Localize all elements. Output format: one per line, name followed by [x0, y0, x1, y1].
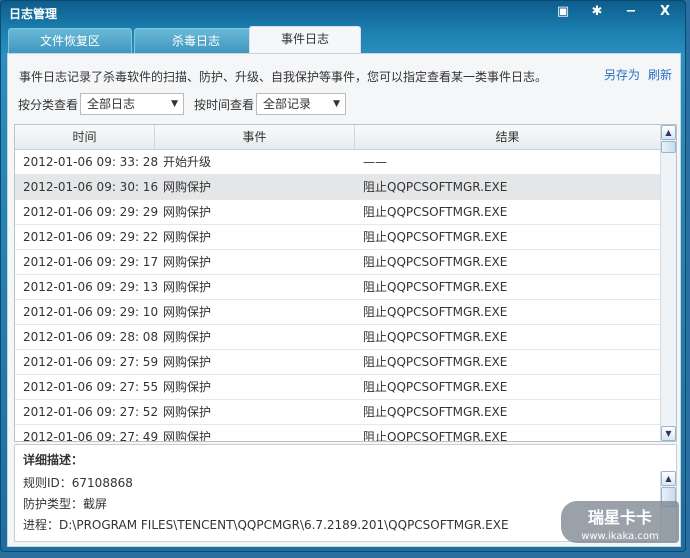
- scroll-thumb[interactable]: [661, 141, 676, 153]
- detail-type: 防护类型：截屏: [23, 497, 108, 511]
- menu-icon[interactable]: ▣: [555, 4, 571, 19]
- table-row[interactable]: 2012-01-06 09: 29: 22 网购保护 阻止QQPCSOFTMGR.E…: [15, 225, 676, 250]
- refresh-link[interactable]: 刷新: [648, 66, 672, 83]
- cell-event: 网购保护: [163, 405, 212, 419]
- cell-event: 网购保护: [163, 280, 212, 294]
- table-row[interactable]: 2012-01-06 09: 30: 16 网购保护 阻止QQPCSOFTMGR.E…: [15, 175, 676, 200]
- cell-time: 2012-01-06 09: 33: 28: [23, 155, 159, 169]
- table-row[interactable]: 2012-01-06 09: 33: 28 开始升级 ——: [15, 150, 676, 175]
- time-select[interactable]: 全部记录 ▼: [256, 93, 347, 115]
- settings-icon[interactable]: ✱: [589, 4, 605, 19]
- cell-result: 阻止QQPCSOFTMGR.EXE: [363, 380, 508, 394]
- cell-event: 网购保护: [163, 380, 212, 394]
- table-row[interactable]: 2012-01-06 09: 27: 49 网购保护 阻止QQPCSOFTMGR.E…: [15, 425, 676, 442]
- cell-event: 网购保护: [163, 230, 212, 244]
- cell-result: 阻止QQPCSOFTMGR.EXE: [363, 330, 508, 344]
- cell-event: 开始升级: [163, 155, 212, 169]
- cell-time: 2012-01-06 09: 30: 16: [23, 180, 159, 194]
- scroll-down-icon[interactable]: ▼: [661, 426, 676, 441]
- cell-result: 阻止QQPCSOFTMGR.EXE: [363, 280, 508, 294]
- column-header-result[interactable]: 结果: [355, 125, 661, 149]
- cell-result: 阻止QQPCSOFTMGR.EXE: [363, 305, 508, 319]
- tab-file-recovery[interactable]: 文件恢复区: [8, 28, 132, 53]
- cell-time: 2012-01-06 09: 27: 55: [23, 380, 159, 394]
- description: 事件日志记录了杀毒软件的扫描、防护、升级、自我保护等事件，您可以指定查看某一类事…: [19, 70, 548, 84]
- cell-time: 2012-01-06 09: 29: 29: [23, 205, 159, 219]
- cell-time: 2012-01-06 09: 27: 49: [23, 430, 159, 442]
- cell-event: 网购保护: [163, 305, 212, 319]
- event-log-panel: 事件日志记录了杀毒软件的扫描、防护、升级、自我保护等事件，您可以指定查看某一类事…: [7, 53, 681, 547]
- table-row[interactable]: 2012-01-06 09: 29: 29 网购保护 阻止QQPCSOFTMGR.E…: [15, 200, 676, 225]
- cell-event: 网购保护: [163, 180, 212, 194]
- cell-time: 2012-01-06 09: 29: 17: [23, 255, 159, 269]
- tab-event-log[interactable]: 事件日志: [249, 26, 361, 53]
- minimize-icon[interactable]: −: [623, 4, 639, 19]
- cell-time: 2012-01-06 09: 28: 08: [23, 330, 159, 344]
- detail-process: 进程：D:\PROGRAM FILES\TENCENT\QQPCMGR\6.7.…: [23, 518, 509, 532]
- cell-event: 网购保护: [163, 355, 212, 369]
- detail-title: 详细描述：: [23, 453, 84, 467]
- chevron-down-icon: ▼: [333, 99, 341, 109]
- table-row[interactable]: 2012-01-06 09: 27: 55 网购保护 阻止QQPCSOFTMGR.E…: [15, 375, 676, 400]
- table-row[interactable]: 2012-01-06 09: 29: 13 网购保护 阻止QQPCSOFTMGR.E…: [15, 275, 676, 300]
- category-value: 全部日志: [87, 97, 136, 111]
- cell-event: 网购保护: [163, 255, 212, 269]
- table-row[interactable]: 2012-01-06 09: 28: 08 网购保护 阻止QQPCSOFTMGR.E…: [15, 325, 676, 350]
- chevron-down-icon: ▼: [171, 99, 179, 109]
- log-manager-window: 日志管理 ▣ ✱ − X 文件恢复区 杀毒日志 事件日志 事件日志记录了杀毒软件…: [0, 0, 686, 552]
- event-table: 时间 事件 结果 2012-01-06 09: 33: 28 开始升级 —— 2012…: [14, 124, 677, 442]
- scroll-up-icon[interactable]: ▲: [661, 471, 676, 486]
- table-row[interactable]: 2012-01-06 09: 29: 10 网购保护 阻止QQPCSOFTMGR.E…: [15, 300, 676, 325]
- category-label: 按分类查看: [18, 97, 79, 112]
- watermark-logo: 瑞星卡卡 www.ikaka.com: [561, 501, 679, 543]
- cell-result: 阻止QQPCSOFTMGR.EXE: [363, 255, 508, 269]
- cell-time: 2012-01-06 09: 29: 10: [23, 305, 159, 319]
- cell-time: 2012-01-06 09: 29: 22: [23, 230, 159, 244]
- detail-rule-id: 规则ID：67108868: [23, 476, 133, 490]
- cell-time: 2012-01-06 09: 29: 13: [23, 280, 159, 294]
- cell-result: 阻止QQPCSOFTMGR.EXE: [363, 180, 508, 194]
- cell-time: 2012-01-06 09: 27: 52: [23, 405, 159, 419]
- table-row[interactable]: 2012-01-06 09: 27: 52 网购保护 阻止QQPCSOFTMGR.E…: [15, 400, 676, 425]
- table-scrollbar[interactable]: ▲ ▼: [660, 125, 676, 441]
- cell-result: 阻止QQPCSOFTMGR.EXE: [363, 355, 508, 369]
- table-row[interactable]: 2012-01-06 09: 29: 17 网购保护 阻止QQPCSOFTMGR.E…: [15, 250, 676, 275]
- close-icon[interactable]: X: [657, 4, 673, 19]
- scroll-up-icon[interactable]: ▲: [661, 125, 676, 140]
- cell-result: 阻止QQPCSOFTMGR.EXE: [363, 430, 508, 442]
- cell-result: 阻止QQPCSOFTMGR.EXE: [363, 205, 508, 219]
- time-value: 全部记录: [263, 97, 312, 111]
- column-header-event[interactable]: 事件: [155, 125, 355, 149]
- table-row[interactable]: 2012-01-06 09: 27: 59 网购保护 阻止QQPCSOFTMGR.E…: [15, 350, 676, 375]
- tab-virus-log[interactable]: 杀毒日志: [134, 28, 258, 53]
- cell-result: ——: [363, 155, 387, 169]
- cell-event: 网购保护: [163, 330, 212, 344]
- cell-time: 2012-01-06 09: 27: 59: [23, 355, 159, 369]
- category-select[interactable]: 全部日志 ▼: [80, 93, 185, 115]
- cell-event: 网购保护: [163, 205, 212, 219]
- time-label: 按时间查看: [194, 97, 255, 112]
- column-header-time[interactable]: 时间: [15, 125, 155, 149]
- cell-event: 网购保护: [163, 430, 212, 442]
- cell-result: 阻止QQPCSOFTMGR.EXE: [363, 230, 508, 244]
- window-title: 日志管理: [9, 7, 58, 21]
- cell-result: 阻止QQPCSOFTMGR.EXE: [363, 405, 508, 419]
- save-as-link[interactable]: 另存为: [604, 66, 640, 83]
